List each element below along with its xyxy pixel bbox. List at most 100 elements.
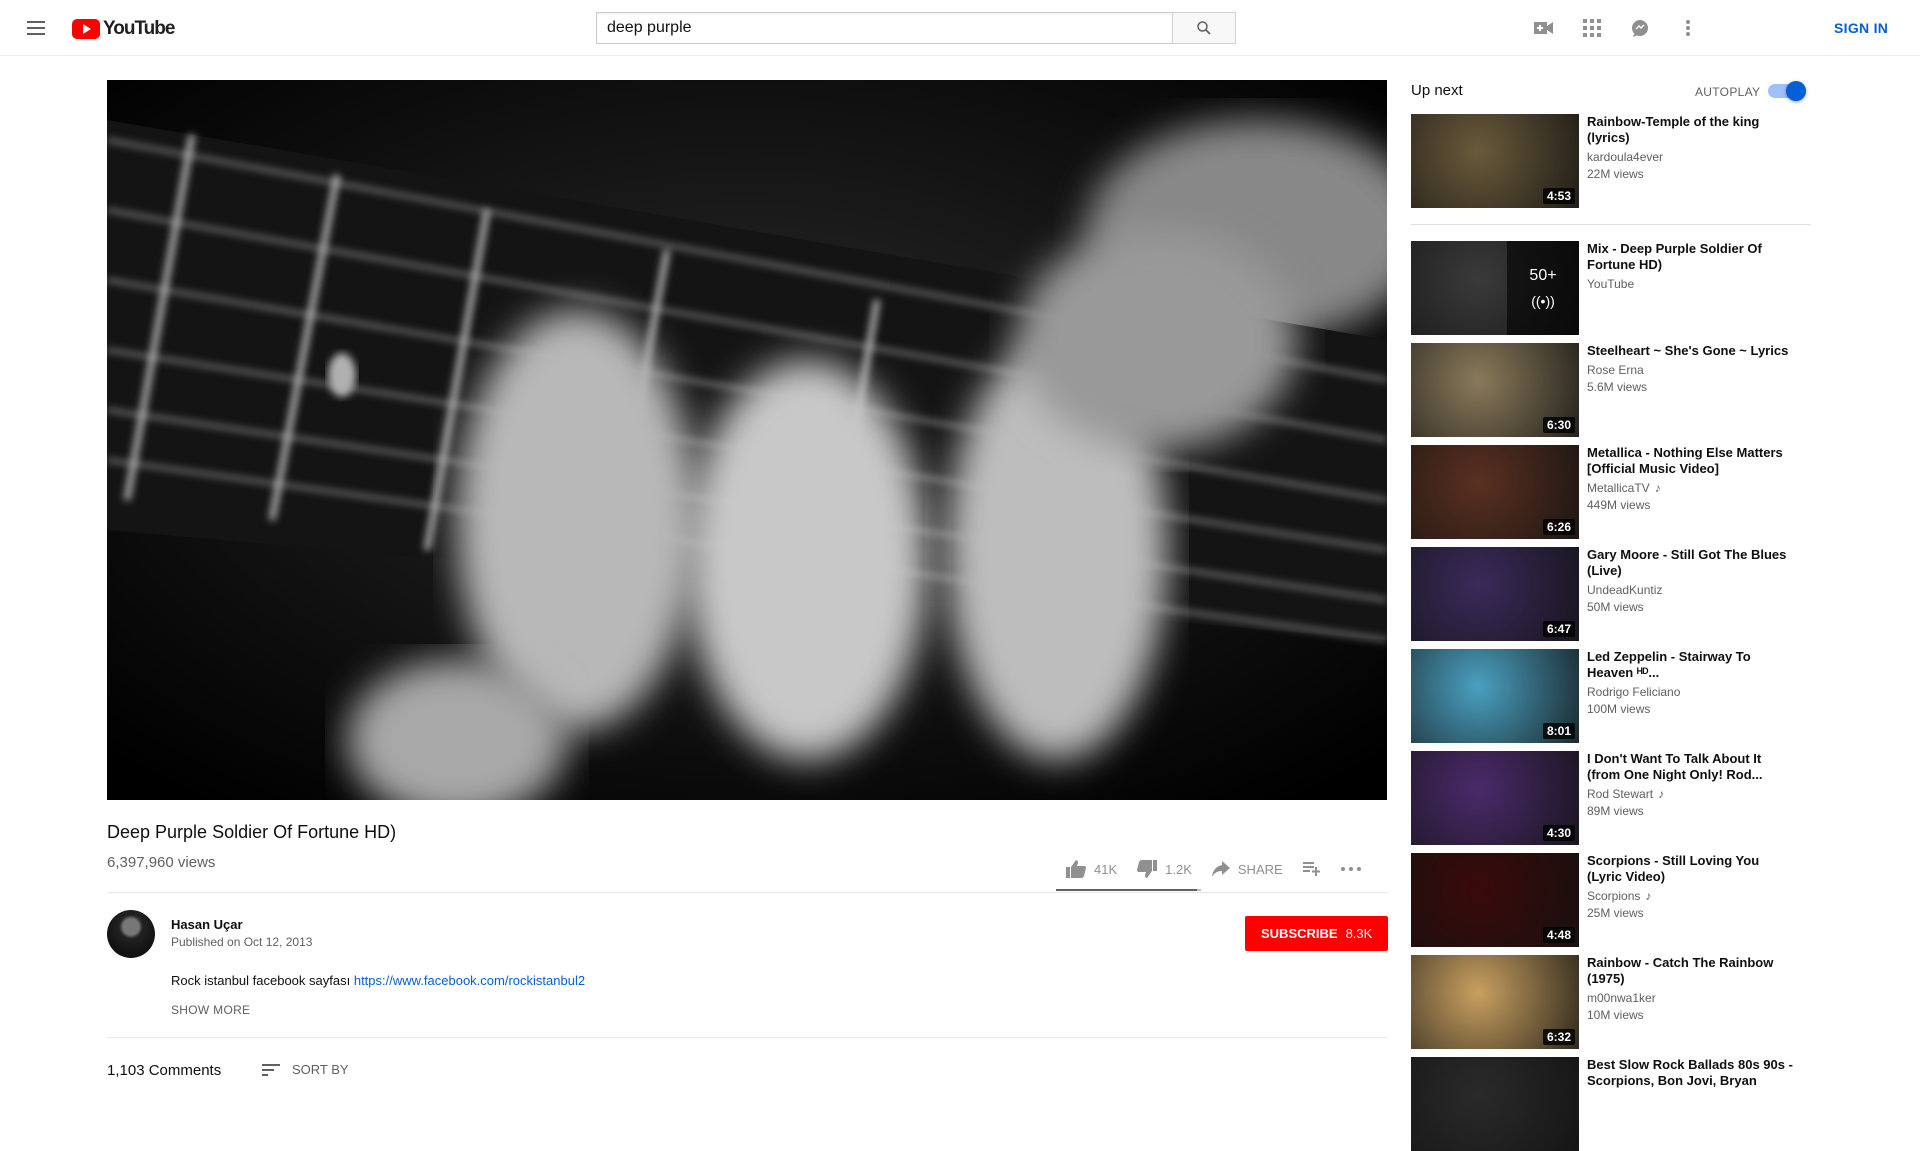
search-bar	[596, 12, 1236, 44]
comments-count: 1,103 Comments	[107, 1062, 222, 1079]
create-video-icon[interactable]	[1532, 16, 1556, 40]
video-thumbnail[interactable]: 50+ ((•))	[1411, 241, 1579, 335]
search-button[interactable]	[1172, 12, 1236, 44]
video-player[interactable]	[107, 80, 1387, 800]
thumbs-down-icon	[1137, 860, 1158, 878]
up-next-item[interactable]: 6:47 Gary Moore - Still Got The Blues (Li…	[1411, 547, 1811, 641]
share-button[interactable]: SHARE	[1202, 851, 1293, 887]
up-next-views: 89M views	[1587, 804, 1644, 818]
channel-name: YouTube	[1587, 277, 1635, 291]
up-next-channel: m00nwa1ker	[1587, 991, 1797, 1005]
mix-count: 50+	[1529, 267, 1557, 284]
sort-by-label: SORT BY	[292, 1062, 349, 1077]
search-input[interactable]	[596, 12, 1172, 44]
description-text: Rock istanbul facebook sayfası	[171, 973, 351, 988]
item-meta: Gary Moore - Still Got The Blues (Live) U…	[1587, 547, 1797, 641]
up-next-item[interactable]: 8:01 Led Zeppelin - Stairway To Heaven ᴴᴰ…	[1411, 649, 1811, 743]
up-next-channel: kardoula4ever	[1587, 150, 1797, 164]
toggle-knob	[1786, 81, 1806, 101]
video-thumbnail[interactable]: 6:47	[1411, 547, 1579, 641]
description-link[interactable]: https://www.facebook.com/rockistanbul2	[354, 973, 585, 988]
up-next-channel: UndeadKuntiz	[1587, 583, 1797, 597]
divider	[1411, 224, 1811, 225]
divider	[107, 1037, 1387, 1038]
up-next-title[interactable]: Scorpions - Still Loving You (Lyric Vide…	[1587, 853, 1797, 885]
up-next-title[interactable]: Rainbow-Temple of the king (lyrics)	[1587, 114, 1797, 146]
apps-icon[interactable]	[1580, 16, 1604, 40]
video-thumbnail[interactable]: 4:48	[1411, 853, 1579, 947]
channel-name[interactable]: Hasan Uçar	[171, 917, 243, 932]
youtube-play-icon	[72, 19, 100, 39]
sort-icon	[262, 1063, 280, 1076]
item-meta: Mix - Deep Purple Soldier Of Fortune HD)…	[1587, 241, 1797, 335]
duration-badge: 4:30	[1542, 825, 1575, 841]
like-button[interactable]: 41K	[1056, 851, 1127, 887]
up-next-title[interactable]: I Don't Want To Talk About It (from One …	[1587, 751, 1797, 783]
sign-in-button[interactable]: SIGN IN	[1834, 20, 1888, 36]
share-label: SHARE	[1237, 861, 1283, 877]
sort-by-button[interactable]: SORT BY	[262, 1062, 349, 1077]
up-next-item[interactable]: 6:32 Rainbow - Catch The Rainbow (1975) m0…	[1411, 955, 1811, 1049]
channel-avatar[interactable]	[107, 910, 155, 958]
up-next-title[interactable]: Rainbow - Catch The Rainbow (1975)	[1587, 955, 1797, 987]
up-next-title[interactable]: Steelheart ~ She's Gone ~ Lyrics	[1587, 343, 1797, 359]
item-meta: I Don't Want To Talk About It (from One …	[1587, 751, 1797, 845]
up-next-title[interactable]: Metallica - Nothing Else Matters [Offici…	[1587, 445, 1797, 477]
video-thumbnail[interactable]: 6:26	[1411, 445, 1579, 539]
up-next-item[interactable]: 4:48 Scorpions - Still Loving You (Lyric …	[1411, 853, 1811, 947]
up-next-title[interactable]: Led Zeppelin - Stairway To Heaven ᴴᴰ...	[1587, 649, 1797, 681]
up-next-item[interactable]: 4:30 I Don't Want To Talk About It (from …	[1411, 751, 1811, 845]
sentiment-bar	[1056, 889, 1201, 891]
video-thumbnail[interactable]: 4:30	[1411, 751, 1579, 845]
music-note-icon: ♪	[1645, 889, 1652, 903]
duration-badge: 4:48	[1542, 927, 1575, 943]
video-thumbnail[interactable]: 6:30	[1411, 343, 1579, 437]
video-thumbnail[interactable]	[1411, 1057, 1579, 1151]
video-thumbnail[interactable]: 6:32	[1411, 955, 1579, 1049]
up-next-channel: Rod Stewart ♪	[1587, 787, 1797, 801]
channel-name: kardoula4ever	[1587, 150, 1664, 164]
show-more-button[interactable]: SHOW MORE	[171, 1003, 250, 1017]
more-horiz-icon	[1340, 867, 1361, 871]
dislike-count: 1.2K	[1165, 861, 1192, 877]
menu-icon[interactable]	[24, 17, 48, 41]
up-next-channel: MetallicaTV ♪	[1587, 481, 1797, 495]
channel-name: UndeadKuntiz	[1587, 583, 1663, 597]
mix-overlay: 50+ ((•))	[1507, 241, 1579, 335]
duration-badge: 6:47	[1542, 621, 1575, 637]
up-next-channel: Rose Erna	[1587, 363, 1797, 377]
up-next-item[interactable]: 6:30 Steelheart ~ She's Gone ~ Lyrics Rose…	[1411, 343, 1811, 437]
channel-name: Rod Stewart	[1587, 787, 1654, 801]
up-next-item[interactable]: 6:26 Metallica - Nothing Else Matters [Of…	[1411, 445, 1811, 539]
up-next-title[interactable]: Mix - Deep Purple Soldier Of Fortune HD)	[1587, 241, 1797, 273]
up-next-item[interactable]: Best Slow Rock Ballads 80s 90s - Scorpio…	[1411, 1057, 1811, 1151]
video-thumbnail[interactable]: 8:01	[1411, 649, 1579, 743]
more-actions-button[interactable]	[1331, 851, 1371, 887]
autoplay-toggle[interactable]	[1768, 81, 1806, 101]
add-to-playlist-button[interactable]	[1293, 851, 1331, 887]
sentiment-like-fill	[1056, 889, 1197, 891]
up-next-title[interactable]: Best Slow Rock Ballads 80s 90s - Scorpio…	[1587, 1057, 1797, 1089]
video-thumbnail[interactable]: 4:53	[1411, 114, 1579, 208]
up-next-views: 5.6M views	[1587, 380, 1648, 394]
up-next-item[interactable]: 50+ ((•)) Mix - Deep Purple Soldier Of For…	[1411, 241, 1811, 335]
messages-icon[interactable]	[1628, 16, 1652, 40]
duration-badge: 6:32	[1542, 1029, 1575, 1045]
search-icon	[1197, 21, 1211, 35]
logo-text: YouTube	[103, 18, 175, 39]
video-frame-guitar	[107, 80, 1387, 800]
up-next-item[interactable]: 4:53 Rainbow-Temple of the king (lyrics) k…	[1411, 114, 1811, 208]
dislike-button[interactable]: 1.2K	[1127, 851, 1202, 887]
youtube-logo[interactable]: YouTube	[72, 18, 175, 40]
music-note-icon: ♪	[1654, 481, 1661, 495]
subscribe-button[interactable]: SUBSCRIBE 8.3K	[1245, 916, 1389, 951]
channel-name: m00nwa1ker	[1587, 991, 1656, 1005]
up-next-views: 50M views	[1587, 600, 1644, 614]
more-vert-icon[interactable]	[1676, 16, 1700, 40]
up-next-views: 10M views	[1587, 1008, 1644, 1022]
up-next-channel: Scorpions ♪	[1587, 889, 1797, 903]
broadcast-icon: ((•))	[1531, 293, 1555, 309]
up-next-title[interactable]: Gary Moore - Still Got The Blues (Live)	[1587, 547, 1797, 579]
item-meta: Steelheart ~ She's Gone ~ Lyrics Rose Ern…	[1587, 343, 1797, 437]
subscriber-count: 8.3K	[1345, 926, 1373, 941]
